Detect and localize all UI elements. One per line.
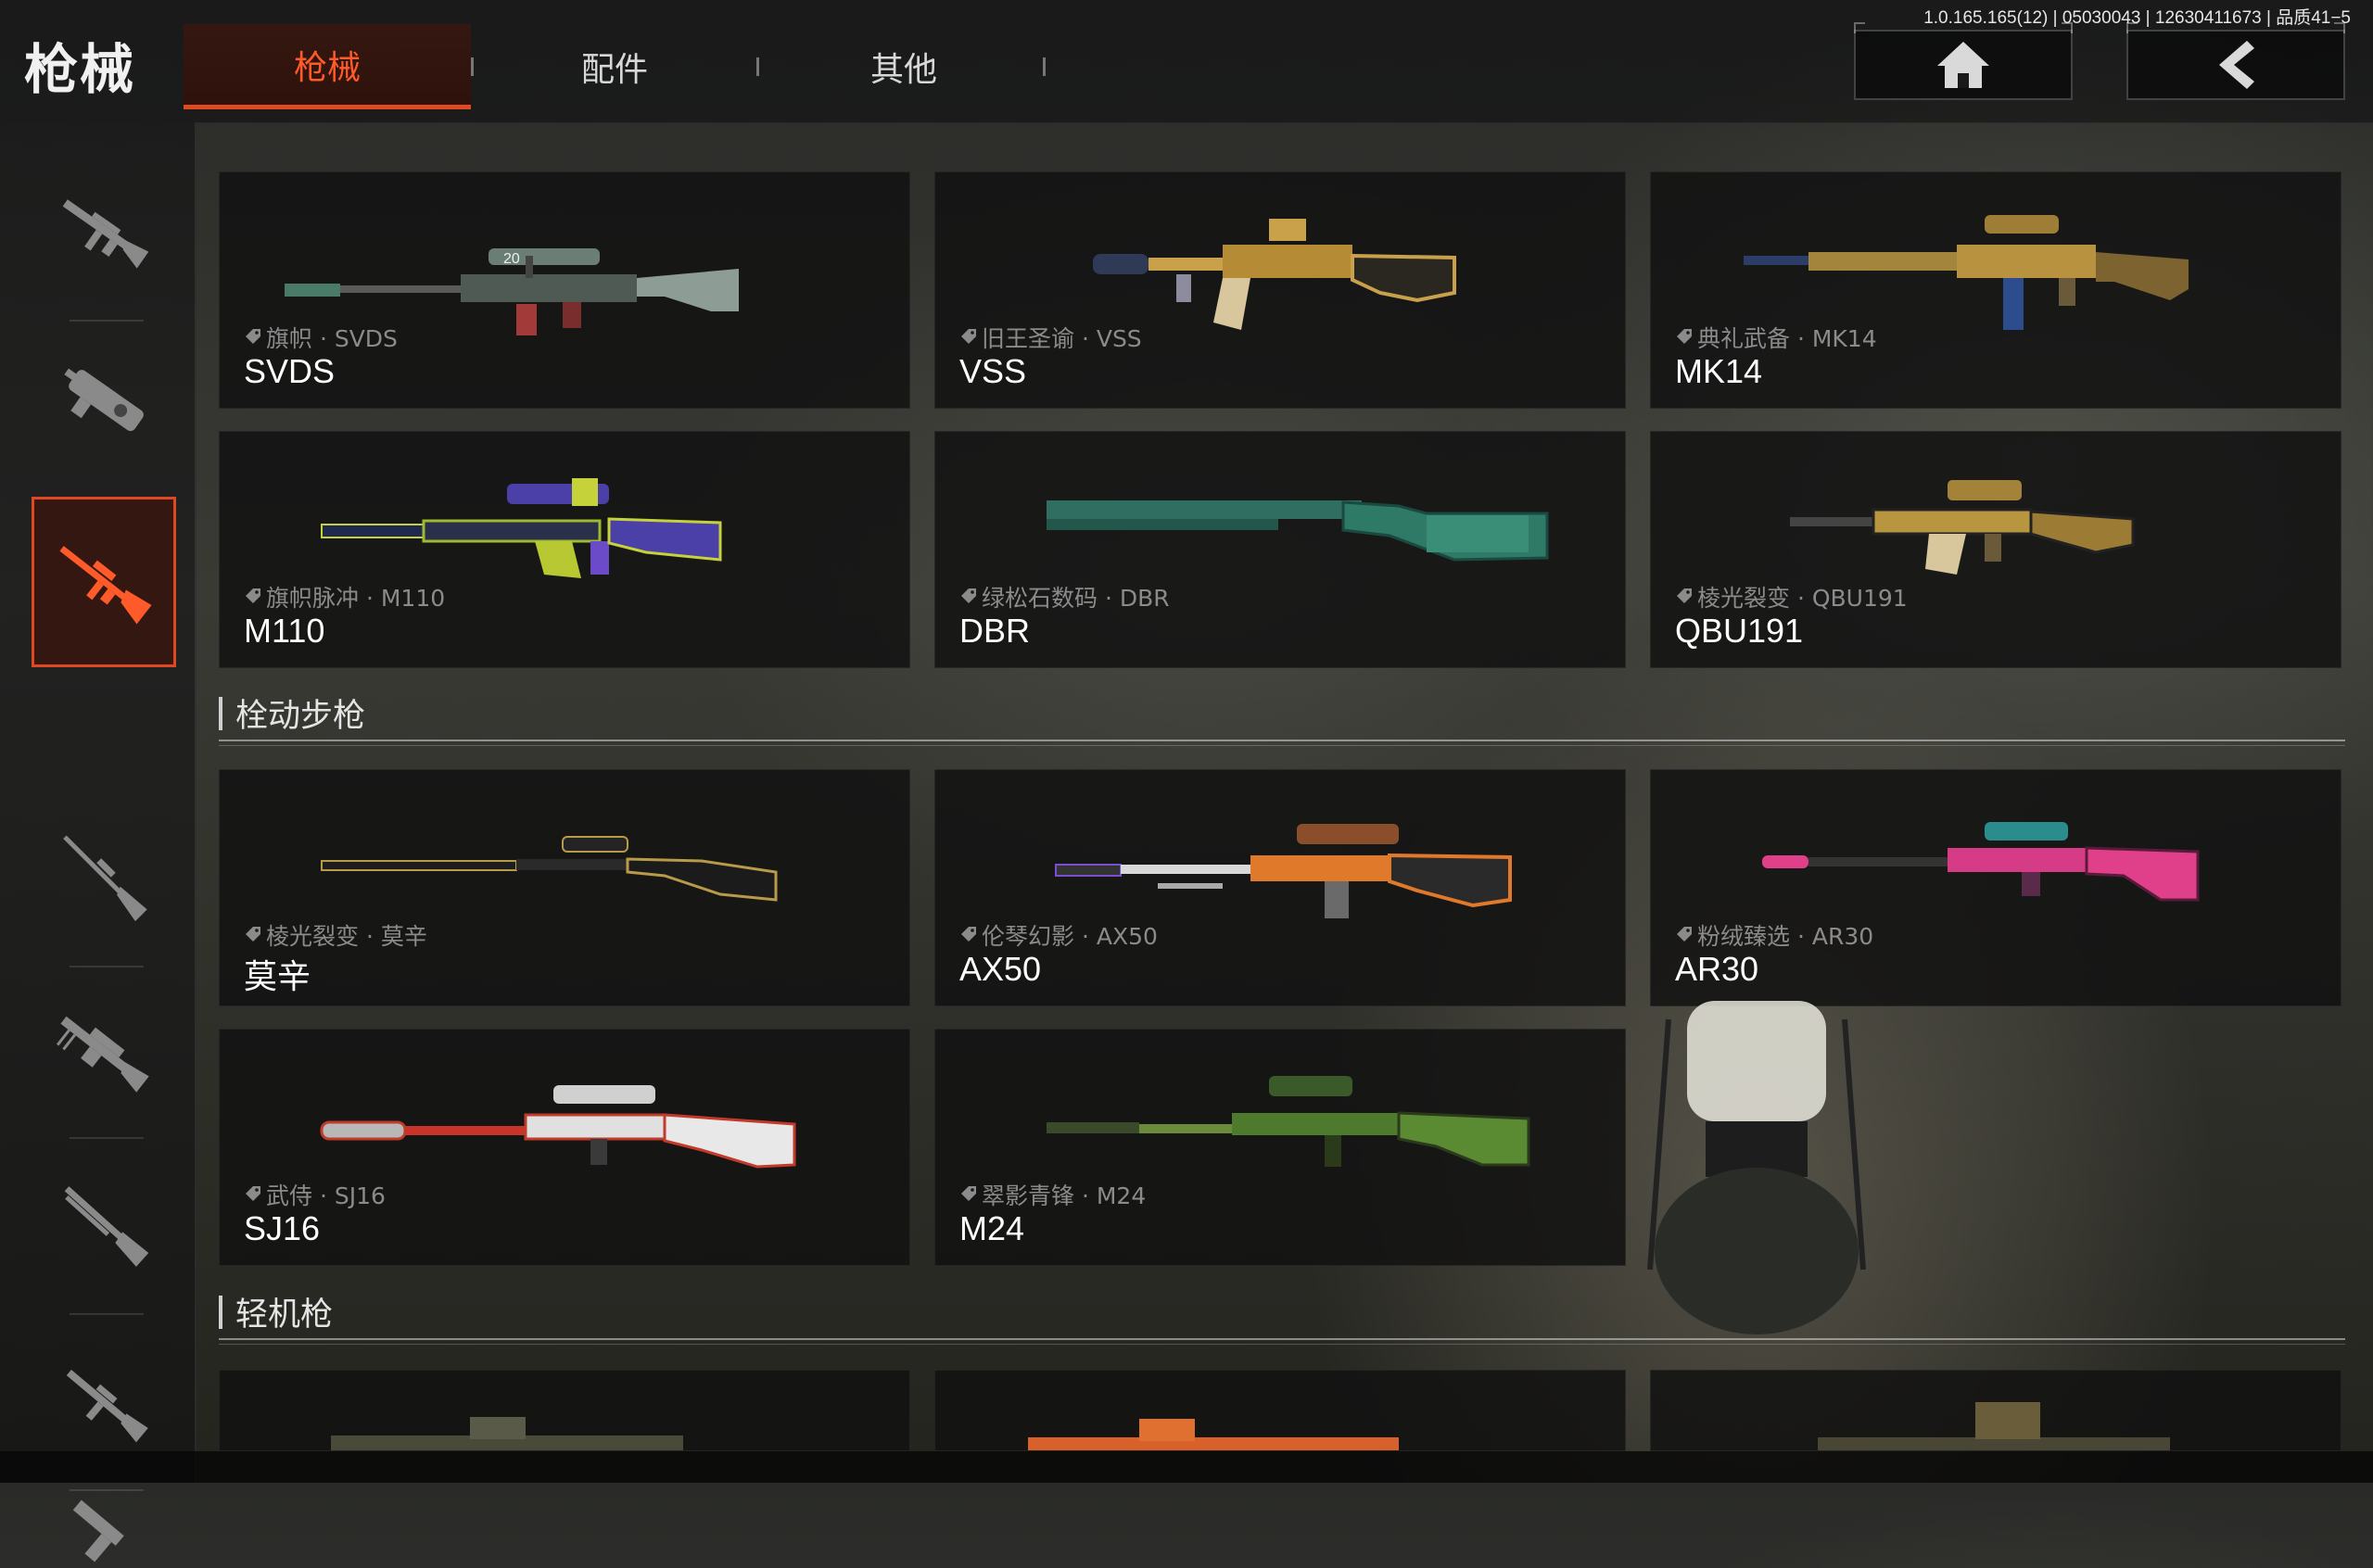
skin-label: 棱光裂变 · 莫辛	[244, 918, 427, 952]
weapon-name: M24	[959, 1209, 1025, 1247]
weapon-name: SVDS	[244, 352, 336, 390]
tag-icon	[1675, 927, 1692, 943]
tag-icon	[959, 1186, 976, 1203]
mosin-weapon-image	[321, 836, 778, 902]
section-title-lmg: 轻机枪	[219, 1288, 333, 1335]
svg-text:20: 20	[503, 251, 520, 267]
category-smg[interactable]	[32, 317, 176, 487]
lantern-background-decoration	[1647, 1001, 1866, 1334]
marksman-rifle-icon	[59, 546, 152, 625]
shotgun-icon	[64, 1186, 149, 1267]
sj16-weapon-image	[320, 1085, 796, 1169]
sniper-rifle-icon	[63, 835, 147, 922]
category-divider	[70, 1313, 144, 1315]
back-arrow-icon	[2219, 41, 2254, 89]
weapon-card-qbu191[interactable]: 棱光裂变 · QBU191 QBU191	[1650, 431, 2341, 668]
tag-icon	[244, 588, 260, 605]
lmg-weapon-image	[331, 1417, 683, 1450]
tab-attachments[interactable]: 配件	[471, 24, 758, 109]
weapon-name: SJ16	[244, 1209, 321, 1247]
weapon-card-vss[interactable]: 旧王圣谕 · VSS VSS	[934, 171, 1626, 409]
weapon-name: QBU191	[1675, 612, 1804, 650]
category-pistol[interactable]	[32, 1494, 176, 1568]
weapon-card-lmg-2[interactable]	[934, 1370, 1626, 1451]
skin-label: 旧王圣谕 · VSS	[959, 321, 1142, 354]
qbu191-weapon-image	[1790, 480, 2135, 575]
section-divider	[219, 1338, 2345, 1345]
top-bar: 枪械 枪械 配件 其他 1.0.165.165(12) | 05030043 |…	[0, 0, 2373, 123]
weapon-card-mk14[interactable]: 典礼武备 · MK14 MK14	[1650, 171, 2341, 409]
skin-label: 翠影青锋 · M24	[959, 1178, 1146, 1211]
weapon-name: DBR	[959, 612, 1031, 650]
ar30-weapon-image	[1762, 822, 2200, 902]
section-divider	[219, 740, 2345, 746]
smg-icon	[64, 368, 144, 432]
m110-weapon-image	[321, 478, 722, 578]
bottom-edge	[0, 1451, 2373, 1483]
assault-rifle-icon	[62, 199, 149, 269]
tab-divider	[1043, 57, 1046, 76]
category-divider	[70, 1137, 144, 1139]
category-sidebar	[0, 122, 197, 1562]
tab-divider	[756, 57, 759, 76]
skin-label: 绿松石数码 · DBR	[959, 580, 1170, 613]
weapon-card-mosin[interactable]: 棱光裂变 · 莫辛 莫辛	[219, 769, 910, 1006]
tag-icon	[1675, 329, 1692, 346]
weapon-card-svds[interactable]: 20 旗帜 · SVDS SVDS	[219, 171, 910, 409]
category-shotgun[interactable]	[32, 1140, 176, 1310]
weapon-card-dbr[interactable]: 绿松石数码 · DBR DBR	[934, 431, 1626, 668]
weapon-name: VSS	[959, 352, 1027, 390]
m24-weapon-image	[1047, 1076, 1530, 1167]
ax50-weapon-image	[1055, 824, 1512, 918]
category-divider	[70, 1489, 144, 1491]
tag-icon	[244, 1186, 260, 1203]
page-title: 枪械	[24, 38, 136, 101]
tab-guns[interactable]: 枪械	[184, 24, 471, 109]
category-sniper-rifle[interactable]	[32, 791, 176, 962]
mk14-weapon-image	[1744, 215, 2189, 330]
vss-weapon-image	[1093, 219, 1456, 330]
skin-label: 武侍 · SJ16	[244, 1178, 386, 1211]
skin-label: 伦琴幻影 · AX50	[959, 918, 1158, 952]
section-marker	[219, 1295, 222, 1329]
skin-label: 典礼武备 · MK14	[1675, 321, 1877, 354]
tag-icon	[959, 329, 976, 346]
weapon-card-lmg-1[interactable]	[219, 1370, 910, 1451]
back-button[interactable]	[2126, 22, 2345, 100]
section-marker	[219, 696, 222, 730]
tag-icon	[959, 927, 976, 943]
pistol-icon	[72, 1499, 124, 1562]
weapon-name: M110	[244, 612, 325, 650]
category-light-machine-gun[interactable]	[32, 967, 176, 1138]
tag-icon	[1675, 588, 1692, 605]
home-icon	[1937, 42, 1989, 88]
category-assault-rifle[interactable]	[32, 146, 176, 317]
home-button[interactable]	[1854, 22, 2073, 100]
weapon-name: AX50	[959, 950, 1042, 988]
tag-icon	[959, 588, 976, 605]
weapon-name: 莫辛	[244, 957, 311, 995]
carbine-icon	[66, 1370, 148, 1443]
skin-label: 棱光裂变 · QBU191	[1675, 580, 1908, 613]
svds-weapon-image: 20	[285, 248, 739, 335]
tag-icon	[244, 927, 260, 943]
section-title-bolt-action: 栓动步枪	[219, 689, 365, 737]
tag-icon	[244, 329, 260, 346]
weapon-card-lmg-3[interactable]	[1650, 1370, 2341, 1451]
weapon-name: MK14	[1675, 352, 1763, 390]
light-machine-gun-icon	[56, 1016, 149, 1093]
weapon-card-ax50[interactable]: 伦琴幻影 · AX50 AX50	[934, 769, 1626, 1006]
category-marksman-rifle[interactable]	[32, 497, 176, 667]
lmg-weapon-image	[1818, 1402, 2170, 1450]
lmg-weapon-image	[1028, 1419, 1399, 1450]
skin-label: 粉绒臻选 · AR30	[1675, 918, 1873, 952]
weapon-card-m110[interactable]: 旗帜脉冲 · M110 M110	[219, 431, 910, 668]
weapon-card-sj16[interactable]: 武侍 · SJ16 SJ16	[219, 1029, 910, 1266]
tab-other[interactable]: 其他	[760, 24, 1047, 109]
skin-label: 旗帜 · SVDS	[244, 321, 398, 354]
dbr-weapon-image	[1047, 500, 1549, 562]
weapon-card-m24[interactable]: 翠影青锋 · M24 M24	[934, 1029, 1626, 1266]
skin-label: 旗帜脉冲 · M110	[244, 580, 445, 613]
